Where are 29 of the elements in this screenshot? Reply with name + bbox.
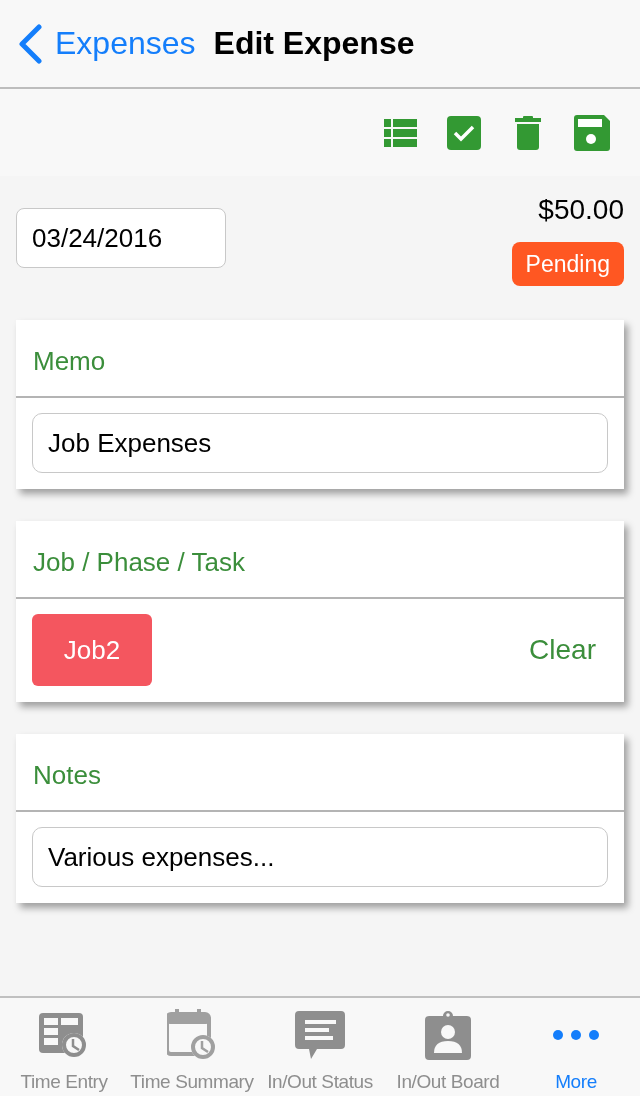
id-badge-icon — [425, 1010, 471, 1060]
status-badge: Pending — [511, 242, 624, 286]
job-chip[interactable]: Job2 — [32, 614, 152, 686]
section-title: Job / Phase / Task — [16, 521, 624, 599]
calendar-clock-icon — [167, 1009, 217, 1061]
section-title: Notes — [16, 734, 624, 812]
more-dots-icon — [553, 1030, 599, 1040]
tab-item[interactable]: More — [512, 998, 640, 1096]
clear-button[interactable]: Clear — [529, 634, 608, 666]
checkbox-icon — [447, 115, 481, 150]
approve-button[interactable] — [446, 114, 482, 151]
table-clock-icon — [39, 1010, 89, 1060]
section-title: Memo — [16, 320, 624, 398]
text-field[interactable]: Job Expenses — [32, 413, 608, 473]
tab-item[interactable]: Time Entry — [0, 998, 128, 1096]
tab-item[interactable]: In/Out Status — [256, 998, 384, 1096]
save-icon — [574, 114, 610, 151]
amount-text: $50.00 — [538, 193, 624, 227]
save-button[interactable] — [574, 114, 610, 151]
chevron-left-icon — [16, 23, 43, 64]
tab-item[interactable]: In/Out Board — [384, 998, 512, 1096]
message-icon — [295, 1009, 345, 1061]
list-icon — [383, 118, 417, 147]
page-title: Edit Expense — [213, 25, 415, 62]
date-field[interactable]: 03/24/2016 — [16, 208, 226, 268]
tab-item[interactable]: Time Summary — [128, 998, 256, 1096]
back-button[interactable]: Expenses — [16, 23, 196, 64]
text-field[interactable]: Various expenses... — [32, 827, 608, 887]
trash-icon — [515, 115, 541, 150]
